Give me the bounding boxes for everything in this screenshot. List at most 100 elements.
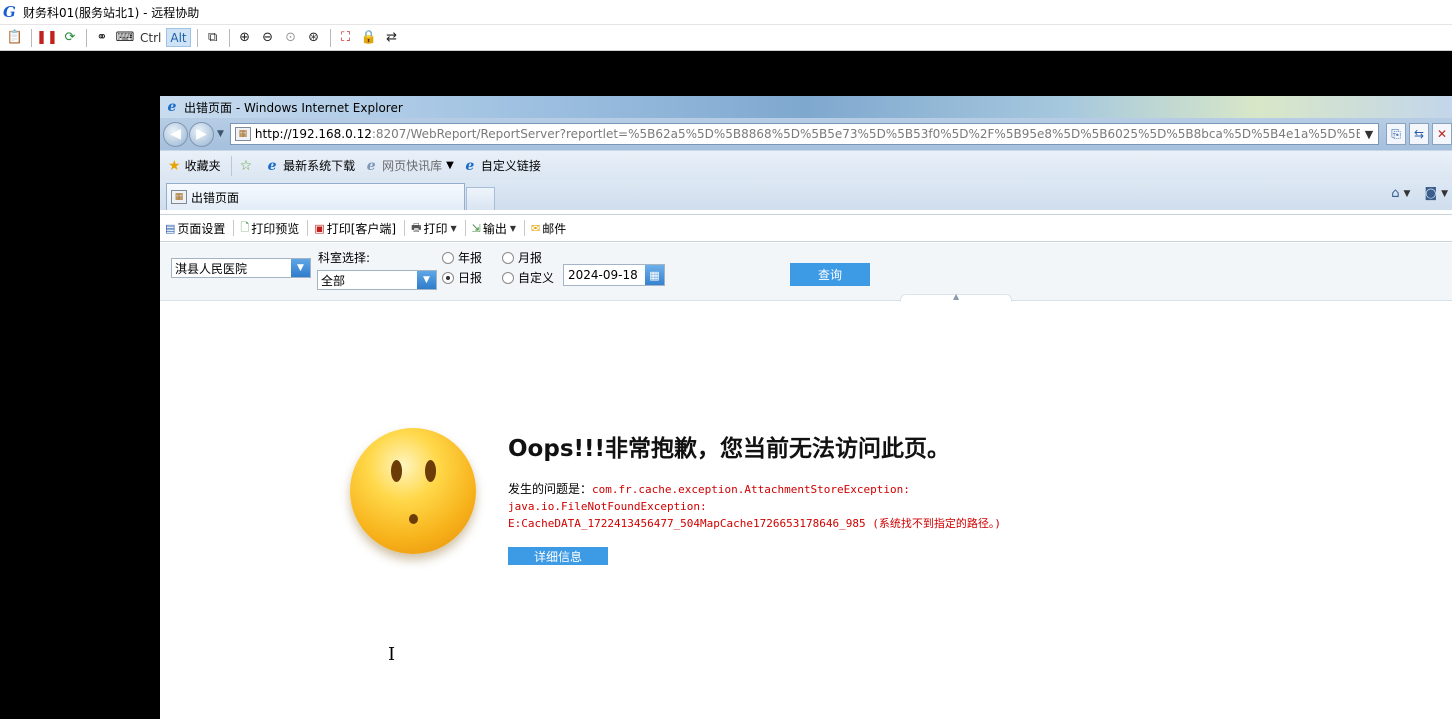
chevron-down-icon[interactable]: ▼ bbox=[1441, 189, 1448, 199]
stop-icon[interactable]: ✕ bbox=[1432, 123, 1452, 145]
radio-label: 年报 bbox=[458, 251, 483, 265]
radio-custom[interactable]: 自定义 bbox=[502, 269, 554, 286]
dept-select[interactable]: 全部 ▼ bbox=[317, 270, 437, 290]
chevron-up-icon: ▲ bbox=[953, 292, 960, 301]
collapse-parameter-tab[interactable]: ▲ bbox=[900, 292, 1012, 302]
chevron-down-icon[interactable]: ▼ bbox=[417, 271, 436, 289]
ie-navigation-bar: ◀ ▶ ▼ ▦ http://192.168.0.12:8207/WebRepo… bbox=[160, 118, 1452, 150]
text-cursor-icon: I bbox=[388, 644, 396, 665]
zoom-out-icon[interactable]: ⊖ bbox=[257, 27, 279, 48]
page-setup-button[interactable]: ▤ 页面设置 bbox=[164, 220, 226, 237]
radio-button[interactable] bbox=[502, 251, 514, 264]
copy-icon[interactable]: ⧉ bbox=[202, 27, 224, 48]
radio-yearly[interactable]: 年报 bbox=[442, 249, 482, 266]
page-favicon-icon: ▦ bbox=[171, 190, 187, 204]
ie-page-icon: e bbox=[267, 157, 277, 174]
radio-label: 月报 bbox=[518, 251, 543, 265]
favorites-bar: ★ 收藏夹 ☆ e 最新系统下载 e 网页快讯库 ▼ e 自定义链接 bbox=[160, 150, 1452, 180]
address-bar[interactable]: ▦ http://192.168.0.12:8207/WebReport/Rep… bbox=[229, 123, 1379, 145]
export-button[interactable]: ⇲ 输出 ▼ bbox=[471, 220, 517, 237]
alt-key-button[interactable]: Alt bbox=[166, 28, 191, 47]
email-button[interactable]: ✉ 邮件 bbox=[530, 220, 567, 237]
fav-link-webslices[interactable]: e 网页快讯库 ▼ bbox=[363, 157, 454, 174]
pause-icon[interactable]: ❚❚ bbox=[36, 27, 58, 48]
radio-button[interactable] bbox=[502, 271, 514, 284]
chevron-down-icon[interactable]: ▼ bbox=[1404, 189, 1411, 199]
details-button[interactable]: 详细信息 bbox=[508, 547, 608, 565]
toolbar-divider bbox=[196, 28, 198, 47]
report-toolbar: ▤ 页面设置 🗋 打印预览 ▣ 打印[客户端] 🖶 打印 ▼ ⇲ 输出 ▼ ✉ … bbox=[160, 214, 1452, 242]
fav-link-label: 最新系统下载 bbox=[283, 159, 356, 173]
calendar-icon[interactable]: ▦ bbox=[645, 265, 664, 285]
hospital-select[interactable]: 淇县人民医院 ▼ bbox=[171, 258, 311, 278]
client-print-button[interactable]: ▣ 打印[客户端] bbox=[313, 220, 397, 237]
toolbar-divider bbox=[31, 28, 32, 47]
export-icon: ⇲ bbox=[471, 221, 481, 235]
ie-titlebar: e 出错页面 - Windows Internet Explorer bbox=[160, 96, 1452, 118]
fav-link-label: 网页快讯库 bbox=[382, 159, 443, 173]
handshake-icon[interactable]: ⚭ bbox=[91, 27, 113, 48]
address-url[interactable]: http://192.168.0.12:8207/WebReport/Repor… bbox=[255, 127, 1360, 141]
radio-button-selected[interactable] bbox=[442, 271, 454, 284]
forward-button[interactable]: ▶ bbox=[189, 121, 214, 147]
keyboard-icon[interactable]: ⌨ bbox=[114, 27, 136, 48]
radio-monthly[interactable]: 月报 bbox=[502, 249, 542, 266]
zoom-in-icon[interactable]: ⊕ bbox=[234, 27, 256, 48]
toolbar-divider bbox=[464, 220, 466, 236]
fav-link-downloads[interactable]: e 最新系统下载 bbox=[264, 157, 355, 174]
toolbar-label: 打印预览 bbox=[251, 221, 300, 236]
favorites-star-icon: ★ bbox=[168, 157, 181, 174]
toolbar-divider bbox=[228, 28, 230, 47]
print-button[interactable]: 🖶 打印 ▼ bbox=[410, 219, 458, 238]
clipboard-icon[interactable]: 📋 bbox=[4, 27, 26, 48]
date-value: 2024-09-18 bbox=[568, 268, 638, 282]
compatibility-view-icon[interactable]: ⎘ bbox=[1386, 123, 1406, 145]
rss-feed-icon[interactable]: ◙ bbox=[1424, 186, 1437, 201]
chevron-down-icon: ▼ bbox=[509, 223, 517, 233]
toolbar-divider bbox=[524, 220, 526, 236]
lock-icon[interactable]: 🔒 bbox=[358, 27, 380, 48]
hospital-value: 淇县人民医院 bbox=[175, 261, 248, 276]
remote-assist-toolbar: 📋 ❚❚ ⟳ ⚭ ⌨ Ctrl Alt ⧉ ⊕ ⊖ ⊙ ⊛ ⛶ 🔒 ⇄ bbox=[0, 24, 1452, 51]
parameter-pane: 淇县人民医院 ▼ 科室选择: 全部 ▼ 年报 月报 日报 自定义 2024-09… bbox=[160, 243, 1452, 301]
radio-button[interactable] bbox=[442, 251, 454, 264]
toolbar-label: 页面设置 bbox=[177, 221, 226, 236]
tab-error-page[interactable]: ▦ 出错页面 bbox=[166, 183, 465, 210]
back-button[interactable]: ◀ bbox=[163, 121, 188, 147]
address-dropdown-icon[interactable]: ▼ bbox=[1360, 124, 1378, 144]
command-bar: ⌂ ▼ ◙ ▼ bbox=[1385, 186, 1448, 201]
query-button[interactable]: 查询 bbox=[790, 263, 870, 286]
toolbar-label: 打印 bbox=[423, 221, 448, 236]
transfer-icon[interactable]: ⇄ bbox=[381, 27, 403, 48]
toolbar-divider bbox=[86, 28, 87, 47]
toolbar-label: 输出 bbox=[482, 221, 507, 236]
print-preview-button[interactable]: 🗋 打印预览 bbox=[239, 219, 300, 238]
refresh-icon[interactable]: ⟳ bbox=[59, 27, 81, 48]
page-favicon-icon: ▦ bbox=[234, 127, 251, 141]
add-favorite-button[interactable]: ☆ bbox=[240, 158, 257, 174]
error-detail: 发生的问题是：com.fr.cache.exception.Attachment… bbox=[508, 481, 1268, 532]
favorites-button[interactable]: ★ 收藏夹 bbox=[168, 157, 221, 174]
eye-left bbox=[391, 460, 402, 482]
ctrl-key-button[interactable]: Ctrl bbox=[137, 28, 164, 47]
toolbar-divider bbox=[404, 220, 406, 236]
history-dropdown-icon[interactable]: ▼ bbox=[217, 129, 224, 139]
window-title: 财务科01(服务站北1) - 远程协助 bbox=[23, 5, 200, 20]
chevron-down-icon[interactable]: ▼ bbox=[291, 259, 310, 277]
pdf-print-icon: ▣ bbox=[314, 221, 325, 235]
ie-window: e 出错页面 - Windows Internet Explorer ◀ ▶ ▼… bbox=[160, 96, 1452, 719]
new-tab-button[interactable] bbox=[466, 187, 495, 210]
zoom-fit-icon[interactable]: ⊙ bbox=[280, 27, 302, 48]
fav-link-custom[interactable]: e 自定义链接 bbox=[462, 157, 540, 174]
toolbar-divider bbox=[233, 220, 235, 236]
refresh-page-icon[interactable]: ⇆ bbox=[1409, 123, 1429, 145]
toolbar-label: 打印[客户端] bbox=[326, 221, 397, 236]
zoom-actual-icon[interactable]: ⊛ bbox=[303, 27, 325, 48]
fullscreen-icon[interactable]: ⛶ bbox=[335, 27, 357, 48]
eye-right bbox=[425, 460, 436, 482]
chevron-down-icon: ▼ bbox=[446, 160, 454, 171]
tab-label: 出错页面 bbox=[191, 190, 240, 205]
app-logo-icon: G bbox=[3, 3, 16, 21]
radio-daily[interactable]: 日报 bbox=[442, 269, 482, 286]
home-icon[interactable]: ⌂ bbox=[1391, 186, 1399, 201]
